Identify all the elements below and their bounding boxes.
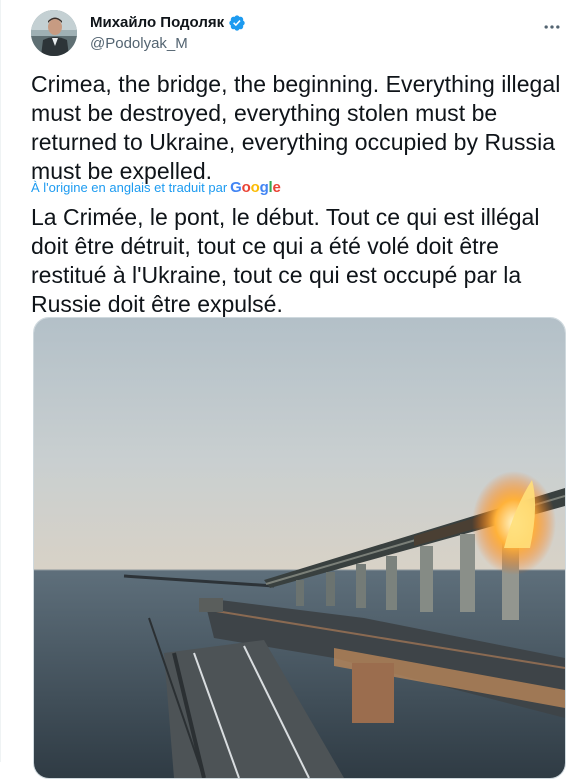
display-name-row: Михайло Подоляк <box>90 13 246 33</box>
translation-note-label: À l'origine en anglais et traduit par <box>31 180 228 195</box>
tweet-media[interactable] <box>33 317 566 779</box>
google-logo: Google <box>230 180 281 196</box>
google-logo-letter: g <box>259 179 269 196</box>
translated-text: La Crimée, le pont, le début. Tout ce qu… <box>31 204 540 317</box>
tweet-text: Crimea, the bridge, the beginning. Every… <box>31 71 561 184</box>
author-handle[interactable]: @Podolyak_M <box>90 34 246 54</box>
verified-badge-icon <box>228 14 246 32</box>
translation-note[interactable]: À l'origine en anglais et traduit par Go… <box>31 180 281 196</box>
more-options-icon[interactable] <box>541 16 563 38</box>
tweet-header: Михайло Подоляк @Podolyak_M <box>31 10 571 60</box>
display-name[interactable]: Михайло Подоляк <box>90 13 224 33</box>
google-logo-letter: e <box>272 179 281 196</box>
timeline-border <box>0 0 1 762</box>
google-logo-letter: o <box>250 179 260 196</box>
google-logo-letter: G <box>230 179 242 196</box>
bridge-fire-photo <box>34 318 565 778</box>
avatar-photo <box>31 10 77 56</box>
author-info: Михайло Подоляк @Podolyak_M <box>90 13 246 54</box>
google-logo-letter: o <box>241 179 251 196</box>
avatar[interactable] <box>31 10 77 56</box>
